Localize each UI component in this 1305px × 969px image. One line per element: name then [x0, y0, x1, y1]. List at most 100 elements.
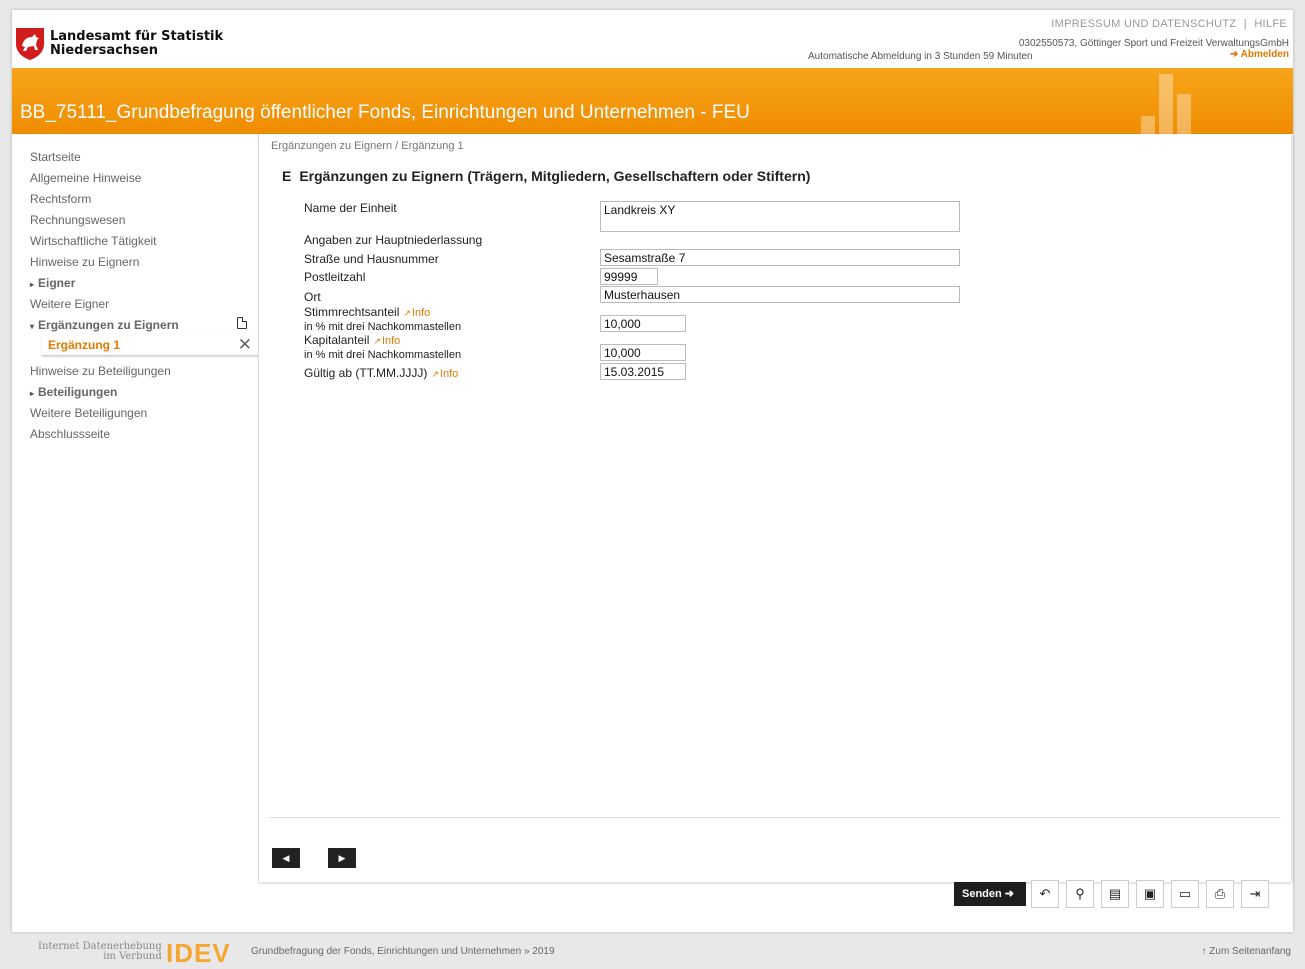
info-label: Info — [439, 368, 459, 380]
link-separator: | — [1243, 18, 1247, 30]
voting-share-hint: in % mit drei Nachkommastellen — [304, 321, 462, 333]
idev-logo: IDEV — [166, 938, 231, 968]
sidebar-item-hinweise-eigner[interactable]: Hinweise zu Eignern — [30, 255, 139, 269]
sidebar-item-label: Beteiligungen — [38, 385, 118, 399]
sidebar-item-eigner[interactable]: ▸ Eigner — [30, 276, 75, 290]
hq-heading: Angaben zur Hauptniederlassung — [304, 233, 483, 247]
section-title: Ergänzungen zu Eignern (Trägern, Mitglie… — [299, 168, 811, 184]
exit-icon[interactable]: ⇥ — [1241, 880, 1269, 908]
valid-from-info-link[interactable]: ↗Info — [431, 368, 458, 380]
user-info: 0302550573, Göttinger Sport und Freizeit… — [1018, 38, 1289, 49]
logout-row: ➜ Abmelden — [1230, 49, 1289, 60]
content-divider — [269, 817, 1281, 818]
external-link-icon: ↗ — [431, 369, 439, 379]
close-icon[interactable]: ✕ — [238, 335, 252, 355]
prev-page-button[interactable]: ◀ — [272, 848, 300, 868]
capital-share-hint: in % mit drei Nachkommastellen — [304, 349, 462, 361]
sidebar-item-weitere-eigner[interactable]: Weitere Eigner — [30, 297, 109, 311]
sidebar-item-wirtschaftliche-taetigkeit[interactable]: Wirtschaftliche Tätigkeit — [30, 234, 157, 248]
sidebar-item-beteiligungen[interactable]: ▸ Beteiligungen — [30, 385, 117, 399]
sidebar-item-label: Rechnungswesen — [30, 213, 126, 227]
main-content: Ergänzungen zu Eignern / Ergänzung 1 E Er… — [258, 134, 1291, 882]
survey-footer-text: Grundbefragung der Fonds, Einrichtungen … — [251, 946, 555, 957]
caret-right-icon: ▸ — [30, 389, 35, 398]
sidebar-item-rechtsform[interactable]: Rechtsform — [30, 192, 91, 206]
street-label: Straße und Hausnummer — [304, 252, 439, 266]
external-link-icon: ↗ — [373, 336, 381, 346]
print-icon[interactable]: ⎙ — [1206, 880, 1234, 908]
idev-tagline-line2: im Verbund — [103, 951, 162, 962]
open-folder-icon[interactable]: ▭ — [1171, 880, 1199, 908]
valid-from-field[interactable]: 15.03.2015 — [600, 363, 686, 380]
sidebar-item-hinweise-beteiligungen[interactable]: Hinweise zu Beteiligungen — [30, 364, 171, 378]
sidebar-item-ergaenzung-1[interactable]: Ergänzung 1 ✕ — [42, 334, 258, 356]
impressum-link[interactable]: IMPRESSUM UND DATENSCHUTZ — [1051, 18, 1236, 30]
street-field[interactable]: Sesamstraße 7 — [600, 249, 960, 266]
sidebar-item-ergaenzungen-eigner[interactable]: ▾ Ergänzungen zu Eignern — [30, 318, 179, 332]
info-label: Info — [411, 307, 431, 319]
new-document-icon[interactable] — [237, 317, 247, 329]
next-page-button[interactable]: ▶ — [328, 848, 356, 868]
city-field[interactable]: Musterhausen — [600, 286, 960, 303]
back-to-top-link[interactable]: ↑ Zum Seitenanfang — [1202, 946, 1292, 957]
send-button[interactable]: Senden ➜ — [954, 882, 1026, 906]
org-name: Landesamt für Statistik Niedersachsen — [50, 30, 223, 58]
sidebar-item-label: Abschlussseite — [30, 427, 111, 441]
sidebar-item-label: Allgemeine Hinweise — [30, 171, 142, 185]
page-container: Landesamt für Statistik Niedersachsen IM… — [12, 10, 1293, 932]
sidebar-nav: Startseite Allgemeine Hinweise Rechtsfor… — [12, 134, 258, 892]
top-bar: Landesamt für Statistik Niedersachsen IM… — [12, 10, 1293, 68]
zip-field[interactable]: 99999 — [600, 268, 658, 285]
capital-share-label: Kapitalanteil ↗Info in % mit drei Nachkom… — [304, 334, 461, 362]
zip-label: Postleitzahl — [304, 270, 366, 284]
voting-share-title: Stimmrechtsanteil — [304, 305, 400, 319]
sidebar-item-label: Ergänzungen zu Eignern — [38, 318, 179, 332]
title-banner: BB_75111_Grundbefragung öffentlicher Fon… — [12, 68, 1293, 134]
name-field[interactable]: Landkreis XY — [600, 201, 960, 232]
pdf-icon[interactable]: ▤ — [1101, 880, 1129, 908]
sidebar-item-label: Ergänzung 1 — [48, 338, 121, 352]
sidebar-item-label: Weitere Beteiligungen — [30, 406, 148, 420]
help-link[interactable]: HILFE — [1254, 18, 1287, 30]
voting-share-field[interactable]: 10,000 — [600, 315, 686, 332]
sidebar-item-allgemeine-hinweise[interactable]: Allgemeine Hinweise — [30, 171, 141, 185]
caret-down-icon: ▾ — [30, 322, 35, 331]
org-name-line1: Landesamt für Statistik — [50, 29, 224, 44]
info-label: Info — [381, 335, 401, 347]
survey-title: BB_75111_Grundbefragung öffentlicher Fon… — [20, 102, 750, 123]
sidebar-item-weitere-beteiligungen[interactable]: Weitere Beteiligungen — [30, 406, 147, 420]
external-link-icon: ↗ — [403, 308, 411, 318]
org-name-line2: Niedersachsen — [50, 43, 158, 58]
sidebar-item-label: Wirtschaftliche Tätigkeit — [30, 234, 157, 248]
caret-right-icon: ▸ — [30, 280, 35, 289]
section-heading: E Ergänzungen zu Eignern (Trägern, Mitgli… — [282, 168, 810, 184]
sidebar-item-abschlussseite[interactable]: Abschlussseite — [30, 427, 110, 441]
save-icon[interactable]: ▣ — [1136, 880, 1164, 908]
sidebar-item-rechnungswesen[interactable]: Rechnungswesen — [30, 213, 125, 227]
capital-share-title: Kapitalanteil — [304, 333, 370, 347]
name-label: Name der Einheit — [304, 201, 397, 215]
sidebar-item-label: Hinweise zu Eignern — [30, 255, 140, 269]
sidebar-item-label: Weitere Eigner — [30, 297, 110, 311]
section-letter: E — [282, 168, 292, 184]
capital-share-info-link[interactable]: ↗Info — [373, 335, 400, 347]
voting-share-info-link[interactable]: ↗Info — [403, 307, 430, 319]
auto-logout-timer: Automatische Abmeldung in 3 Stunden 59 M… — [808, 51, 1033, 62]
footer: Internet Datenerhebung im Verbund IDEV G… — [0, 932, 1305, 968]
idev-tagline: Internet Datenerhebung im Verbund — [38, 942, 162, 962]
breadcrumb: Ergänzungen zu Eignern / Ergänzung 1 — [271, 140, 464, 152]
undo-icon[interactable]: ↶ — [1031, 880, 1059, 908]
capital-share-field[interactable]: 10,000 — [600, 344, 686, 361]
search-icon[interactable]: ⚲ — [1066, 880, 1094, 908]
sidebar-item-label: Rechtsform — [30, 192, 92, 206]
sidebar-item-label: Startseite — [30, 150, 81, 164]
valid-from-label: Gültig ab (TT.MM.JJJJ) ↗Info — [304, 367, 458, 381]
city-label: Ort — [304, 290, 321, 304]
logout-link[interactable]: ➜ Abmelden — [1230, 49, 1289, 60]
valid-from-title: Gültig ab (TT.MM.JJJJ) — [304, 366, 428, 380]
sidebar-item-label: Eigner — [38, 276, 76, 290]
sidebar-item-label: Hinweise zu Beteiligungen — [30, 364, 171, 378]
sidebar-item-startseite[interactable]: Startseite — [30, 150, 81, 164]
top-links: IMPRESSUM UND DATENSCHUTZ | HILFE — [1051, 18, 1287, 30]
state-crest-icon — [16, 28, 44, 60]
